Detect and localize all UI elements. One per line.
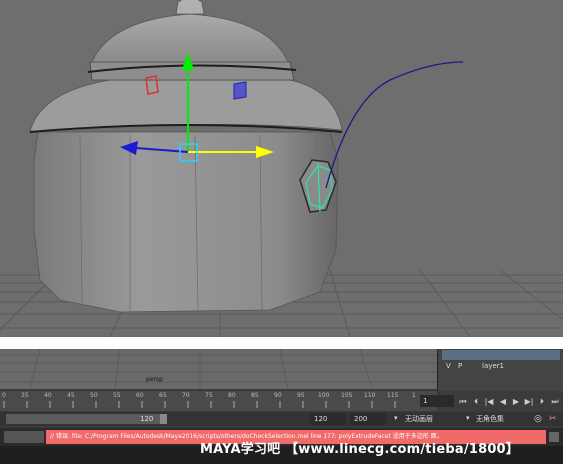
tick-label: 75 <box>205 392 213 399</box>
end-time-field[interactable]: 120 <box>310 413 346 425</box>
layer-visibility[interactable]: V <box>446 362 451 370</box>
current-frame-field[interactable]: 1 <box>420 395 454 407</box>
extrude-curve <box>325 61 464 189</box>
preferences-icon[interactable]: ✂ <box>549 414 557 424</box>
persp-viewport[interactable]: persp <box>0 349 437 389</box>
step-back-icon[interactable]: ⏴ <box>471 397 481 407</box>
script-editor-icon[interactable] <box>549 432 559 442</box>
anim-end-field[interactable]: 200 <box>350 413 386 425</box>
layer-editor: V P layer1 <box>437 349 563 391</box>
separator <box>0 337 563 349</box>
main-viewport[interactable] <box>0 0 563 337</box>
tick-label: 45 <box>67 392 75 399</box>
tick-label: 50 <box>90 392 98 399</box>
watermark: MAYA学习吧 【www.linecg.com/tieba/1800】 <box>200 442 520 457</box>
step-forward-key-icon[interactable]: ▶| <box>524 397 534 406</box>
tick-label: 40 <box>44 392 52 399</box>
time-ticks: 0 35 40 45 50 55 60 65 70 75 80 85 90 95… <box>0 391 437 401</box>
teapot-scene <box>0 0 563 337</box>
tick-label: 65 <box>159 392 167 399</box>
tick-marks <box>3 401 396 408</box>
tick-label: 110 <box>364 392 376 399</box>
teapot-lid <box>91 13 289 63</box>
dropdown-arrow-icon[interactable]: ▾ <box>466 414 470 422</box>
tick-label: 0 <box>2 392 6 399</box>
tick-label: 60 <box>136 392 144 399</box>
tick-label: 55 <box>113 392 121 399</box>
dropdown-arrow-icon[interactable]: ▾ <box>394 414 398 422</box>
play-forward-icon[interactable]: ▶ <box>511 397 521 406</box>
tick-label: 35 <box>21 392 29 399</box>
go-to-end-icon[interactable]: ⏭ <box>550 397 560 407</box>
layer-row-selected[interactable] <box>442 350 560 360</box>
play-backward-icon[interactable]: ◀ <box>498 397 508 406</box>
auto-key-icon[interactable]: ◎ <box>534 414 542 424</box>
tick-label: 100 <box>318 392 330 399</box>
time-slider[interactable]: 0 35 40 45 50 55 60 65 70 75 80 85 90 95… <box>0 391 437 411</box>
range-end-label: 120 <box>140 415 154 423</box>
tick-label: 105 <box>341 392 353 399</box>
range-slider-row: 120 120 200 ▾ 无动画层 ▾ 无角色集 ◎ ✂ <box>0 412 563 426</box>
tick-label: 80 <box>228 392 236 399</box>
go-to-start-icon[interactable]: ⏮ <box>458 397 468 407</box>
layer-row[interactable]: V P layer1 <box>442 362 560 372</box>
step-back-key-icon[interactable]: |◀ <box>484 397 494 406</box>
tick-label: 95 <box>297 392 305 399</box>
tick-label: 85 <box>251 392 259 399</box>
persp-grid <box>0 349 437 389</box>
teapot-body <box>33 131 339 313</box>
layer-playback[interactable]: P <box>458 362 462 370</box>
tick-label: 90 <box>274 392 282 399</box>
camera-label: persp <box>146 376 163 383</box>
teapot-knob <box>175 0 205 15</box>
tick-label: 1 <box>412 392 416 399</box>
step-forward-icon[interactable]: ⏵ <box>537 397 547 407</box>
tick-label: 70 <box>182 392 190 399</box>
command-input[interactable] <box>4 431 44 443</box>
tick-label: 115 <box>387 392 399 399</box>
character-set-dropdown[interactable]: 无角色集 <box>476 414 504 424</box>
range-handle[interactable] <box>160 414 167 424</box>
anim-layer-dropdown[interactable]: 无动画层 <box>405 414 433 424</box>
layer-name: layer1 <box>482 362 505 370</box>
